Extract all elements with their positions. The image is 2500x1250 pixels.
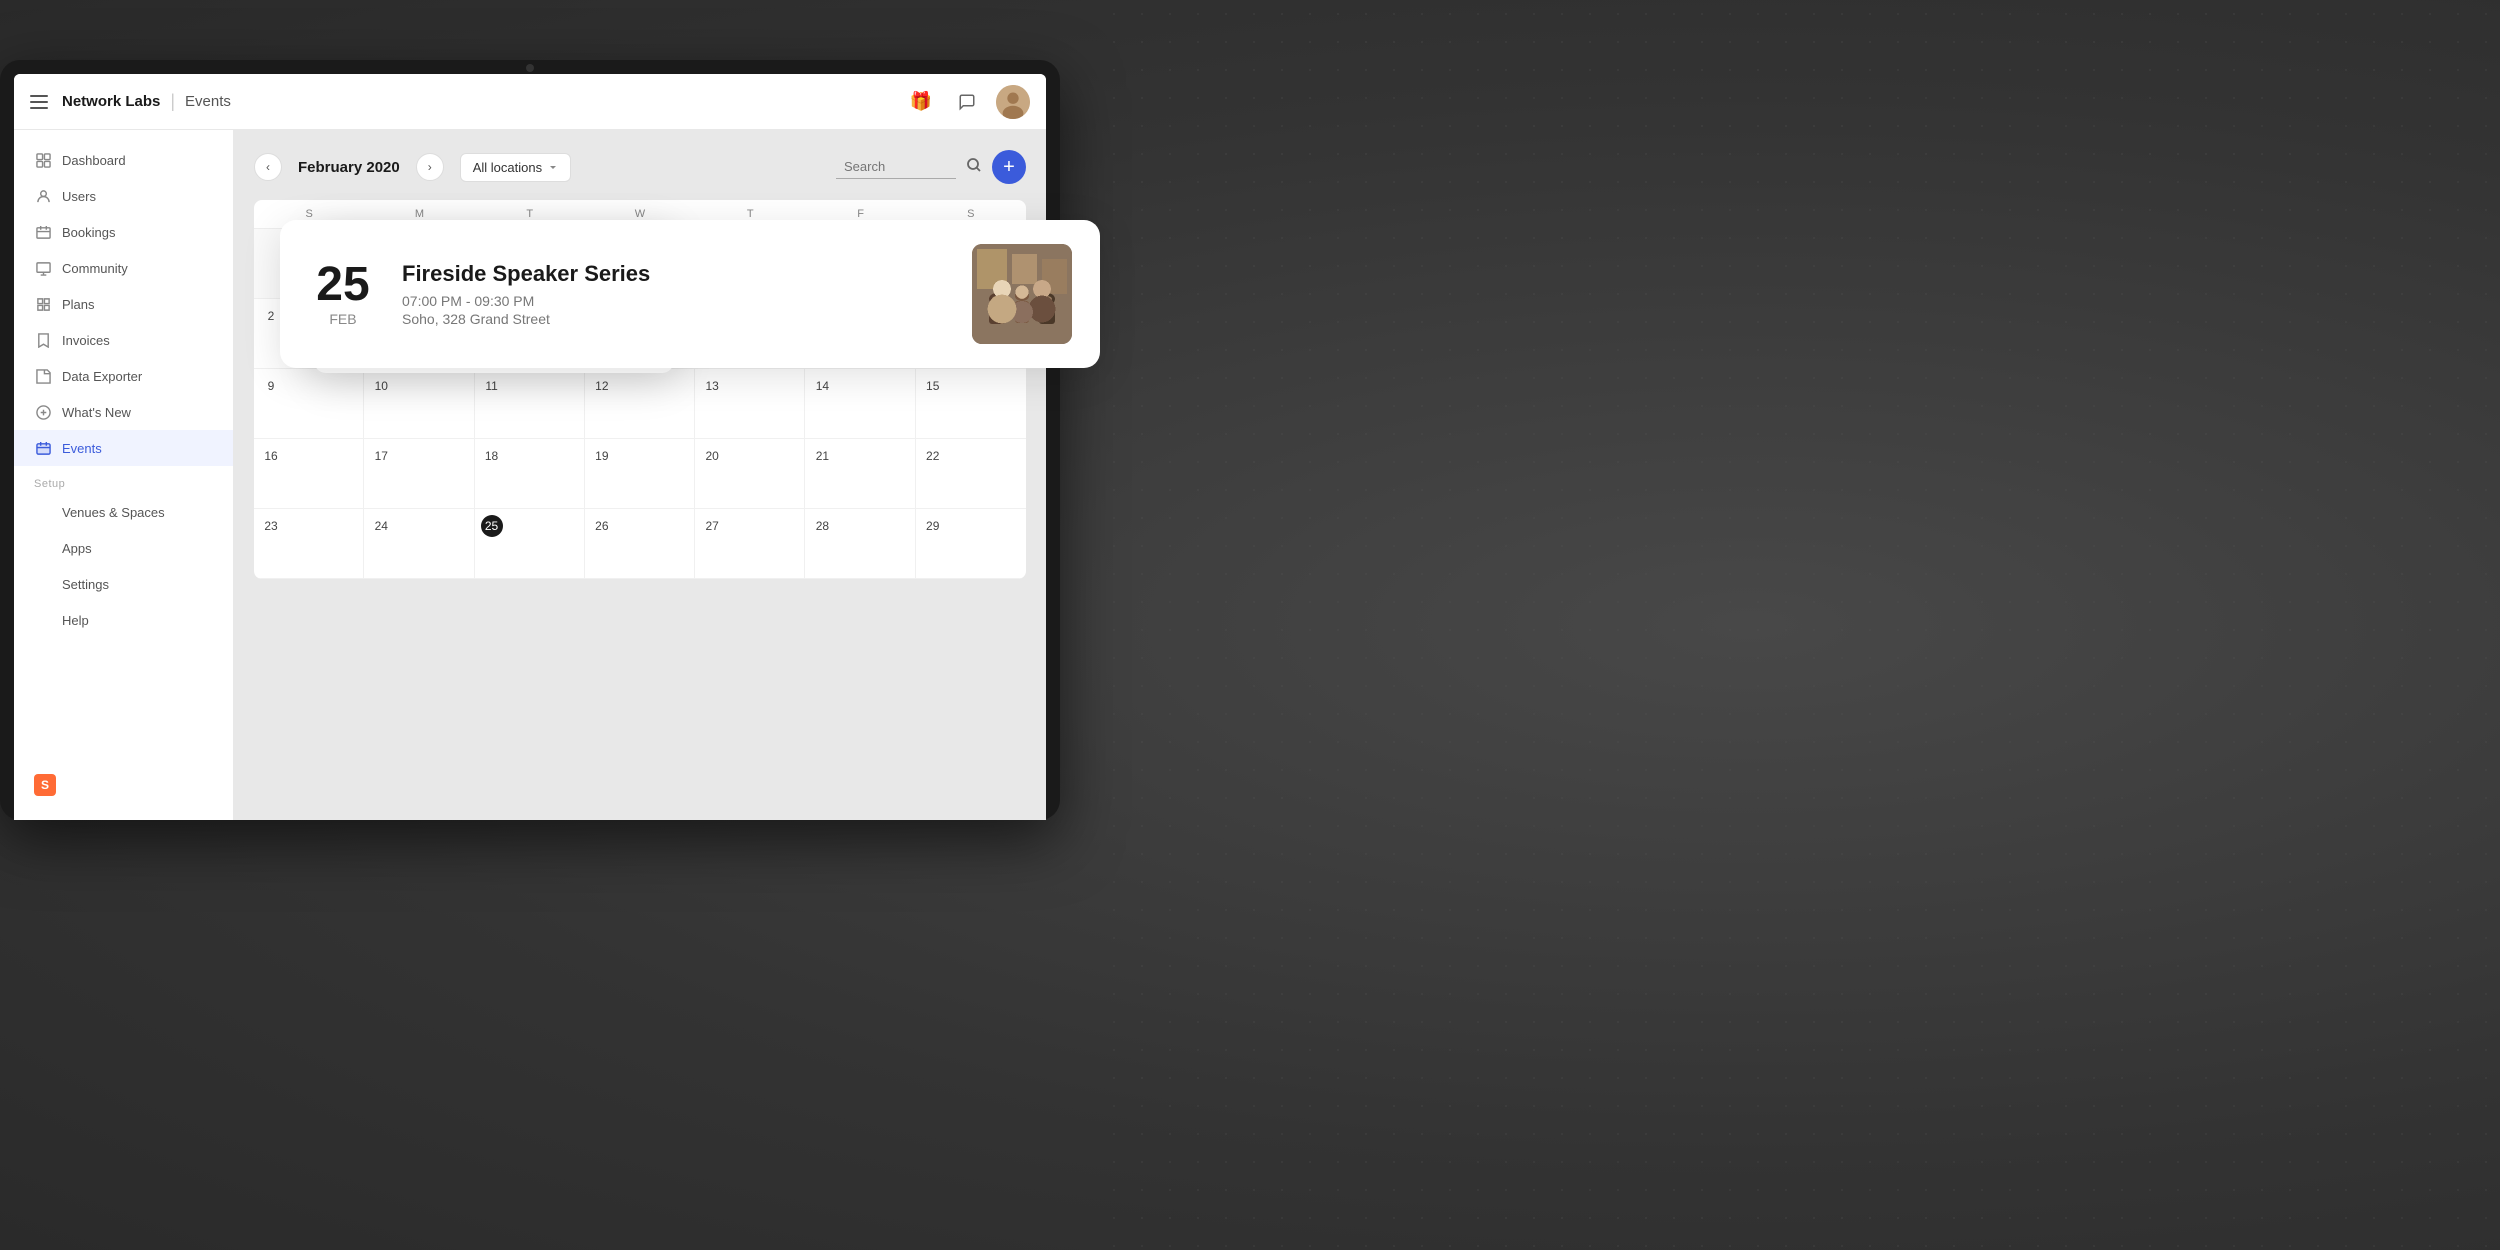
sidebar-item-bookings[interactable]: Bookings [14, 214, 233, 250]
sidebar-label-apps: Apps [62, 541, 92, 556]
cal-cell-24[interactable]: 24 [364, 509, 474, 579]
invoices-icon [34, 331, 52, 349]
cal-cell-19[interactable]: 19 [585, 439, 695, 509]
sidebar-item-help[interactable]: Help [14, 602, 233, 638]
brand-name: Network Labs [62, 93, 160, 110]
dashboard-icon [34, 151, 52, 169]
laptop-frame: Network Labs | Events 🎁 [0, 60, 1060, 820]
event-day-number: 25 [316, 261, 369, 309]
search-input[interactable] [836, 155, 956, 179]
event-month-label: FEB [329, 311, 356, 327]
sidebar-label-venues: Venues & Spaces [62, 505, 165, 520]
event-card: 25 FEB Fireside Speaker Series 07:00 PM … [280, 220, 1100, 368]
location-select-label: All locations [473, 160, 542, 175]
sidebar: Dashboard Users [14, 130, 234, 820]
plans-icon [34, 295, 52, 313]
cal-cell-17[interactable]: 17 [364, 439, 474, 509]
search-area: + [836, 150, 1026, 184]
brand-divider: | [170, 91, 175, 112]
help-icon [34, 611, 52, 629]
hamburger-icon[interactable] [30, 95, 48, 109]
community-icon [34, 259, 52, 277]
sidebar-label-invoices: Invoices [62, 333, 110, 348]
cal-cell-10[interactable]: 10 [364, 369, 474, 439]
event-date-block: 25 FEB [308, 261, 378, 327]
sidebar-label-plans: Plans [62, 297, 95, 312]
sidebar-item-data-exporter[interactable]: Data Exporter [14, 358, 233, 394]
laptop-notch [526, 64, 534, 72]
sidebar-label-settings: Settings [62, 577, 109, 592]
data-exporter-icon [34, 367, 52, 385]
sidebar-item-venues[interactable]: Venues & Spaces [14, 494, 233, 530]
sidebar-item-users[interactable]: Users [14, 178, 233, 214]
cal-cell-18[interactable]: 18 [475, 439, 585, 509]
bookings-icon [34, 223, 52, 241]
sidebar-item-settings[interactable]: Settings [14, 566, 233, 602]
top-bar: Network Labs | Events 🎁 [14, 74, 1046, 130]
events-icon [34, 439, 52, 457]
sidebar-item-invoices[interactable]: Invoices [14, 322, 233, 358]
gift-icon[interactable]: 🎁 [904, 85, 938, 119]
cal-cell-22[interactable]: 22 [916, 439, 1026, 509]
cal-cell-27[interactable]: 27 [695, 509, 805, 579]
calendar-month-title: February 2020 [298, 159, 400, 176]
user-avatar[interactable] [996, 85, 1030, 119]
sidebar-item-whats-new[interactable]: What's New [14, 394, 233, 430]
sidebar-label-users: Users [62, 189, 96, 204]
cal-cell-25[interactable]: 25 [475, 509, 585, 579]
cal-cell-15[interactable]: 15 [916, 369, 1026, 439]
sidebar-label-data-exporter: Data Exporter [62, 369, 142, 384]
sidebar-item-community[interactable]: Community [14, 250, 233, 286]
setup-section-label: Setup [14, 466, 233, 494]
laptop-screen: Network Labs | Events 🎁 [14, 74, 1046, 820]
event-image-inner [972, 244, 1072, 344]
sidebar-item-dashboard[interactable]: Dashboard [14, 142, 233, 178]
page-title: Events [185, 93, 231, 110]
cal-cell-28[interactable]: 28 [805, 509, 915, 579]
event-time: 07:00 PM - 09:30 PM [402, 293, 948, 309]
cal-cell-14[interactable]: 14 [805, 369, 915, 439]
prev-month-button[interactable]: ‹ [254, 153, 282, 181]
cal-cell-9[interactable]: 9 [254, 369, 364, 439]
cal-cell-11[interactable]: 11 [475, 369, 585, 439]
add-event-button[interactable]: + [992, 150, 1026, 184]
cal-cell-29[interactable]: 29 [916, 509, 1026, 579]
cal-cell-16[interactable]: 16 [254, 439, 364, 509]
next-month-button[interactable]: › [416, 153, 444, 181]
sidebar-item-events[interactable]: Events [14, 430, 233, 466]
sidebar-label-whats-new: What's New [62, 405, 131, 420]
sidebar-label-community: Community [62, 261, 128, 276]
cal-cell-21[interactable]: 21 [805, 439, 915, 509]
cal-cell-13[interactable]: 13 [695, 369, 805, 439]
venues-icon [34, 503, 52, 521]
sidebar-label-help: Help [62, 613, 89, 628]
sidebar-label-dashboard: Dashboard [62, 153, 126, 168]
cal-cell-26[interactable]: 26 [585, 509, 695, 579]
event-image [972, 244, 1072, 344]
whats-new-icon [34, 403, 52, 421]
calendar-header: ‹ February 2020 › All locations [254, 150, 1026, 184]
event-details: Fireside Speaker Series 07:00 PM - 09:30… [402, 261, 948, 327]
topbar-actions: 🎁 [904, 85, 1030, 119]
cal-cell-20[interactable]: 20 [695, 439, 805, 509]
search-icon[interactable] [966, 157, 982, 178]
users-icon [34, 187, 52, 205]
chat-icon[interactable] [950, 85, 984, 119]
apps-icon [34, 539, 52, 557]
sidebar-bottom: S [14, 762, 233, 808]
cal-cell-23[interactable]: 23 [254, 509, 364, 579]
sidebar-label-events: Events [62, 441, 102, 456]
location-select[interactable]: All locations [460, 153, 571, 182]
cal-cell-12[interactable]: 12 [585, 369, 695, 439]
sidebar-item-plans[interactable]: Plans [14, 286, 233, 322]
event-location: Soho, 328 Grand Street [402, 311, 948, 327]
event-title: Fireside Speaker Series [402, 261, 948, 287]
sidebar-label-bookings: Bookings [62, 225, 115, 240]
settings-icon [34, 575, 52, 593]
sidebar-item-apps[interactable]: Apps [14, 530, 233, 566]
app-container: Network Labs | Events 🎁 [14, 74, 1046, 820]
background-dots [1100, 0, 2500, 1250]
app-logo-icon: S [34, 774, 56, 796]
